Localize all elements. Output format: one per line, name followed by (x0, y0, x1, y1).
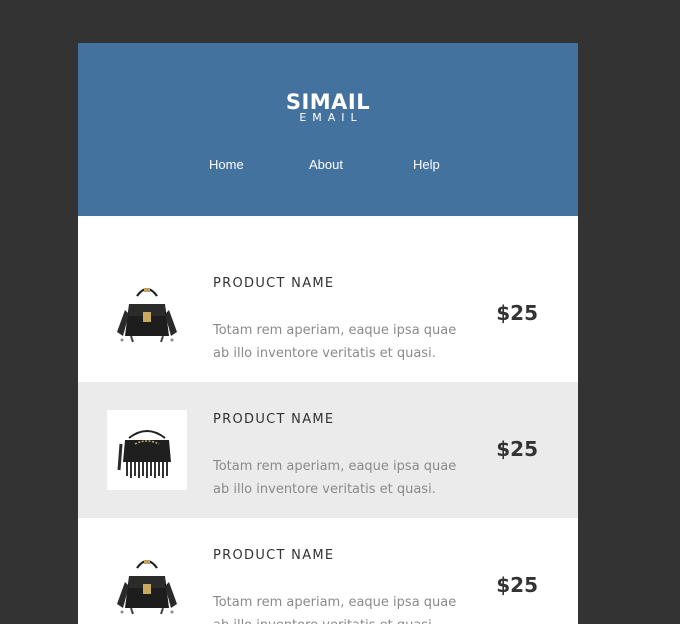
product-name[interactable]: PRODUCT NAME (213, 412, 334, 427)
nav-link-about[interactable]: About (309, 157, 343, 173)
product-image[interactable] (107, 546, 187, 624)
logo-subtitle: EMAIL (299, 111, 363, 124)
product-name[interactable]: PRODUCT NAME (213, 276, 334, 291)
nav-link-help[interactable]: Help (413, 157, 440, 173)
product-description: Totam rem aperiam, eaque ipsa quae ab il… (213, 595, 457, 624)
email-header: SIMAIL EMAIL Home About Help (78, 43, 578, 216)
product-row[interactable]: PRODUCT NAME Totam rem aperiam, eaque ip… (78, 382, 578, 518)
product-description: Totam rem aperiam, eaque ipsa quae ab il… (213, 323, 457, 361)
product-price: $25 (496, 301, 538, 325)
product-name[interactable]: PRODUCT NAME (213, 548, 334, 563)
handbag-icon (117, 559, 177, 615)
product-row[interactable]: PRODUCT NAME Totam rem aperiam, eaque ip… (78, 518, 578, 624)
fringe-bag-icon (117, 430, 171, 478)
product-image[interactable] (107, 410, 187, 490)
product-description: Totam rem aperiam, eaque ipsa quae ab il… (213, 459, 457, 497)
product-price: $25 (496, 437, 538, 461)
logo-title: SIMAIL (285, 90, 371, 114)
email-container: SIMAIL EMAIL Home About Help PRODUCT NAM… (78, 43, 578, 624)
nav-link-home[interactable]: Home (209, 157, 244, 173)
product-image[interactable] (107, 274, 187, 354)
product-row[interactable]: PRODUCT NAME Totam rem aperiam, eaque ip… (78, 246, 578, 382)
handbag-icon (117, 287, 177, 343)
product-price: $25 (496, 573, 538, 597)
logo[interactable]: SIMAIL EMAIL (78, 91, 578, 123)
nav-menu: Home About Help (78, 157, 578, 173)
